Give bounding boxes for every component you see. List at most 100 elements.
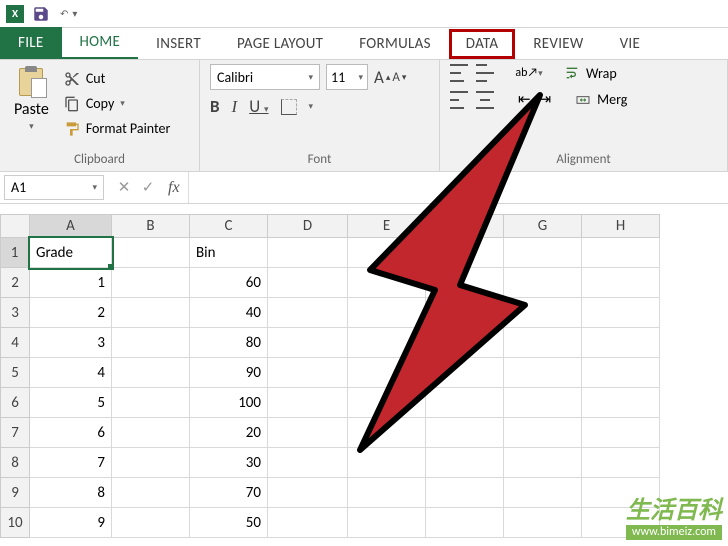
cell[interactable] (504, 268, 582, 298)
cell[interactable] (582, 448, 660, 478)
grow-font-button[interactable]: A (374, 67, 384, 88)
cell[interactable] (112, 508, 190, 538)
cell[interactable]: 70 (190, 478, 268, 508)
cell[interactable] (426, 238, 504, 268)
cell[interactable] (348, 238, 426, 268)
cell[interactable] (268, 268, 348, 298)
row-header[interactable]: 1 (0, 238, 30, 268)
cell[interactable] (582, 238, 660, 268)
cell[interactable]: 60 (190, 268, 268, 298)
column-header[interactable]: F (426, 214, 504, 238)
cell[interactable] (268, 298, 348, 328)
format-painter-button[interactable]: Format Painter (61, 118, 174, 139)
align-center-button[interactable] (476, 91, 494, 109)
cell[interactable] (112, 298, 190, 328)
formula-input[interactable] (188, 172, 728, 203)
row-header[interactable]: 7 (0, 418, 30, 448)
cell[interactable]: 40 (190, 298, 268, 328)
insert-function-button[interactable]: fx (160, 179, 188, 197)
name-box[interactable]: A1▾ (4, 175, 104, 200)
cell[interactable] (348, 478, 426, 508)
cell[interactable] (112, 418, 190, 448)
cell[interactable] (504, 358, 582, 388)
cell[interactable] (112, 448, 190, 478)
cell[interactable]: 30 (190, 448, 268, 478)
row-header[interactable]: 5 (0, 358, 30, 388)
copy-button[interactable]: Copy ▾ (61, 93, 174, 114)
cell[interactable] (582, 388, 660, 418)
cell[interactable]: 100 (190, 388, 268, 418)
cell[interactable]: 50 (190, 508, 268, 538)
cell[interactable] (112, 268, 190, 298)
cut-button[interactable]: Cut (61, 68, 174, 89)
font-name-selector[interactable]: Calibri▾ (210, 64, 320, 90)
column-header[interactable]: B (112, 214, 190, 238)
cancel-formula-button[interactable]: ✕ (112, 178, 136, 197)
orientation-button[interactable]: ab↗▾ (518, 64, 540, 82)
column-header[interactable]: D (268, 214, 348, 238)
column-header[interactable]: G (504, 214, 582, 238)
wrap-text-button[interactable]: Wrap (564, 65, 617, 82)
row-header[interactable]: 6 (0, 388, 30, 418)
cell[interactable]: Bin (190, 238, 268, 268)
align-left-button[interactable] (450, 91, 468, 109)
merge-center-button[interactable]: Merg (575, 91, 627, 108)
cell[interactable] (504, 448, 582, 478)
font-size-selector[interactable]: 11▾ (326, 64, 368, 90)
decrease-indent-button[interactable]: ⇤ (518, 90, 531, 109)
cell[interactable] (268, 418, 348, 448)
increase-indent-button[interactable]: ⇥ (539, 90, 552, 109)
cell[interactable] (582, 418, 660, 448)
cell[interactable] (268, 328, 348, 358)
cell[interactable] (268, 388, 348, 418)
tab-home[interactable]: HOME (62, 27, 139, 59)
cell[interactable] (426, 268, 504, 298)
cell[interactable] (348, 448, 426, 478)
paste-button[interactable]: Paste ▾ (10, 64, 53, 134)
cell[interactable] (582, 358, 660, 388)
cell[interactable]: 2 (30, 298, 112, 328)
tab-insert[interactable]: INSERT (138, 29, 219, 59)
tab-review[interactable]: REVIEW (515, 29, 601, 59)
cell[interactable] (426, 298, 504, 328)
cell[interactable] (112, 388, 190, 418)
cell[interactable] (348, 268, 426, 298)
cell[interactable]: 90 (190, 358, 268, 388)
paste-dropdown-icon[interactable]: ▾ (29, 121, 34, 132)
tab-view[interactable]: VIE (602, 29, 659, 59)
row-header[interactable]: 3 (0, 298, 30, 328)
cell[interactable]: 1 (30, 268, 112, 298)
cell[interactable]: Grade (30, 238, 112, 268)
cell[interactable] (348, 508, 426, 538)
bold-button[interactable]: B (210, 96, 220, 117)
cell[interactable] (348, 358, 426, 388)
row-header[interactable]: 2 (0, 268, 30, 298)
cell[interactable] (348, 418, 426, 448)
cell[interactable] (348, 388, 426, 418)
cell[interactable] (268, 358, 348, 388)
save-icon[interactable] (32, 5, 50, 23)
cell[interactable]: 20 (190, 418, 268, 448)
tab-page-layout[interactable]: PAGE LAYOUT (219, 29, 341, 59)
cell[interactable] (504, 508, 582, 538)
column-header[interactable]: A (30, 214, 112, 238)
cell[interactable]: 80 (190, 328, 268, 358)
cell[interactable] (504, 418, 582, 448)
cell[interactable] (426, 328, 504, 358)
cell[interactable]: 8 (30, 478, 112, 508)
cell[interactable]: 3 (30, 328, 112, 358)
cell[interactable] (504, 388, 582, 418)
cell[interactable]: 6 (30, 418, 112, 448)
cell[interactable] (268, 478, 348, 508)
cell[interactable] (504, 298, 582, 328)
tab-file[interactable]: FILE (0, 27, 62, 59)
copy-dropdown-icon[interactable]: ▾ (120, 98, 125, 109)
cell[interactable] (268, 508, 348, 538)
align-top-button[interactable] (450, 64, 468, 82)
tab-formulas[interactable]: FORMULAS (341, 29, 449, 59)
column-header[interactable]: C (190, 214, 268, 238)
italic-button[interactable]: I (232, 97, 238, 117)
select-all-button[interactable] (0, 214, 30, 238)
cell[interactable] (582, 298, 660, 328)
shrink-font-button[interactable]: A (392, 70, 400, 85)
